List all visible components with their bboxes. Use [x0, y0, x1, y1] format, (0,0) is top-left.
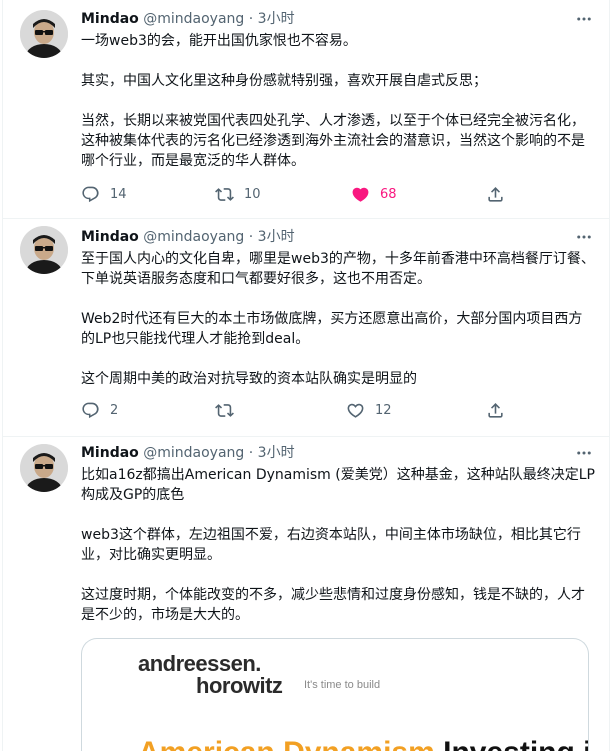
reply-icon	[82, 402, 99, 418]
avatar[interactable]	[20, 10, 68, 58]
like-button[interactable]: 68	[351, 182, 397, 206]
like-count: 68	[380, 186, 397, 202]
tweet-text: 至于国人内心的文化自卑，哪里是web3的产物，十多年前香港中环高档餐厅订餐、下单…	[81, 249, 595, 389]
card-headline: American Dynamism Investing in	[138, 735, 588, 751]
reply-button[interactable]: 14	[81, 182, 127, 206]
retweet-icon	[215, 403, 234, 417]
avatar[interactable]	[20, 226, 68, 274]
logo-line-1: andreessen.	[138, 651, 261, 676]
tweet[interactable]: Mindao @mindaoyang · 3小时 至于国人内心的文化自卑，哪里是…	[3, 218, 609, 437]
tweet-actions: 2 12	[81, 398, 521, 422]
timestamp[interactable]: 3小时	[258, 11, 295, 27]
tweet-header: Mindao @mindaoyang · 3小时	[81, 227, 595, 247]
card-headline-rest: Investing in	[435, 736, 588, 751]
heart-icon	[352, 187, 369, 202]
heart-icon	[347, 403, 364, 418]
separator: ·	[248, 11, 254, 27]
timeline: Mindao @mindaoyang · 3小时 一场web3的会，能开出国仇家…	[2, 0, 610, 751]
tweet-paragraph: 这个周期中美的政治对抗导致的资本站队确实是明显的	[81, 371, 417, 387]
tweet-paragraph: 至于国人内心的文化自卑，哪里是web3的产物，十多年前香港中环高档餐厅订餐、下单…	[81, 251, 595, 287]
retweet-count: 10	[244, 186, 261, 202]
tweet-paragraph: Web2时代还有巨大的本土市场做底牌，买方还愿意出高价，大部分国内项目西方的LP…	[81, 311, 583, 347]
share-button[interactable]	[486, 182, 505, 206]
author-handle[interactable]: @mindaoyang	[143, 445, 244, 461]
tweet-paragraph: 这过度时期，个体能改变的不多，减少些悲情和过度身份感知，钱是不缺的，人才是不少的…	[81, 587, 585, 623]
tweet-text: 比如a16z都搞出American Dynamism (爱美党）这种基金，这种站…	[81, 465, 595, 625]
a16z-logo: andreessen. horowitz	[138, 651, 283, 698]
author-handle[interactable]: @mindaoyang	[143, 11, 244, 27]
tweet[interactable]: Mindao @mindaoyang · 3小时 比如a16z都搞出Americ…	[3, 436, 609, 751]
tweet-paragraph: web3这个群体，左边祖国不爱，右边资本站队，中间主体市场缺位，相比其它行业，对…	[81, 527, 581, 563]
more-dots-icon[interactable]	[573, 443, 595, 463]
card-headline-highlight: American Dynamism	[138, 736, 435, 751]
retweet-button[interactable]: 10	[215, 182, 261, 206]
reply-icon	[82, 186, 99, 202]
tweet-paragraph: 一场web3的会，能开出国仇家恨也不容易。	[81, 33, 357, 49]
share-button[interactable]	[486, 398, 505, 422]
share-icon	[488, 186, 503, 202]
tweet-header: Mindao @mindaoyang · 3小时	[81, 443, 595, 463]
tweet-paragraph: 当然，长期以来被党国代表四处孔学、人才渗透，以至于个体已经完全被污名化，这种被集…	[81, 113, 585, 169]
author-name[interactable]: Mindao	[81, 229, 139, 245]
tweet-paragraph: 比如a16z都搞出American Dynamism (爱美党）这种基金，这种站…	[81, 467, 595, 503]
separator: ·	[248, 229, 254, 245]
share-icon	[488, 402, 503, 418]
tweet-text: 一场web3的会，能开出国仇家恨也不容易。 其实，中国人文化里这种身份感就特别强…	[81, 31, 595, 171]
more-dots-icon[interactable]	[573, 227, 595, 247]
link-card[interactable]: andreessen. horowitz It's time to build …	[81, 638, 589, 751]
like-button[interactable]: 12	[346, 398, 392, 422]
reply-count: 2	[110, 402, 119, 418]
logo-line-2: horowitz	[196, 673, 283, 698]
timestamp[interactable]: 3小时	[258, 445, 295, 461]
more-dots-icon[interactable]	[573, 9, 595, 29]
author-name[interactable]: Mindao	[81, 445, 139, 461]
author-handle[interactable]: @mindaoyang	[143, 229, 244, 245]
tweet-header: Mindao @mindaoyang · 3小时	[81, 9, 595, 29]
avatar[interactable]	[20, 444, 68, 492]
reply-button[interactable]: 2	[81, 398, 118, 422]
separator: ·	[248, 445, 254, 461]
tweet[interactable]: Mindao @mindaoyang · 3小时 一场web3的会，能开出国仇家…	[3, 0, 609, 219]
retweet-icon	[215, 187, 234, 201]
retweet-button[interactable]	[215, 398, 244, 422]
tweet-paragraph: 其实，中国人文化里这种身份感就特别强，喜欢开展自虐式反思；	[81, 73, 487, 89]
timestamp[interactable]: 3小时	[258, 229, 295, 245]
tweet-actions: 14 10 68	[81, 182, 521, 206]
card-tagline: It's time to build	[304, 679, 381, 691]
like-count: 12	[375, 402, 392, 418]
author-name[interactable]: Mindao	[81, 11, 139, 27]
reply-count: 14	[110, 186, 127, 202]
